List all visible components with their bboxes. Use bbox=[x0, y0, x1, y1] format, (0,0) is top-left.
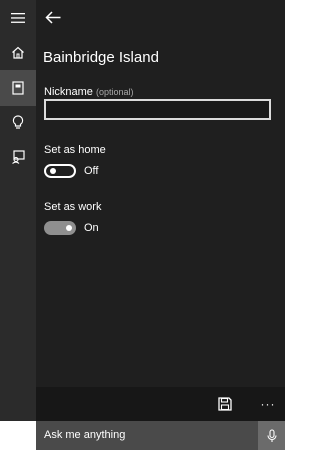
set-as-work-label: Set as work bbox=[44, 201, 102, 213]
notebook-icon bbox=[12, 81, 24, 95]
hamburger-menu-button[interactable] bbox=[0, 0, 36, 36]
page-title: Bainbridge Island bbox=[43, 49, 159, 66]
toggle-knob bbox=[66, 225, 72, 231]
set-as-work-toggle[interactable] bbox=[44, 221, 76, 235]
back-arrow-icon bbox=[45, 10, 61, 24]
home-button[interactable] bbox=[0, 34, 36, 70]
save-button[interactable] bbox=[216, 395, 234, 413]
nickname-input[interactable] bbox=[44, 99, 271, 120]
microphone-button[interactable] bbox=[258, 421, 285, 450]
save-icon bbox=[218, 397, 232, 411]
more-options-button[interactable]: ··· bbox=[258, 395, 278, 413]
interests-button[interactable] bbox=[0, 104, 36, 140]
home-icon bbox=[12, 46, 24, 59]
feedback-icon bbox=[12, 150, 25, 164]
microphone-icon bbox=[266, 428, 277, 442]
set-as-home-state: Off bbox=[84, 165, 99, 177]
main-panel: Bainbridge Island Nickname (optional) Se… bbox=[36, 0, 285, 387]
search-prompt: Ask me anything bbox=[44, 429, 126, 441]
cortana-search-bar[interactable]: Ask me anything bbox=[36, 421, 285, 450]
set-as-work-state: On bbox=[84, 222, 99, 234]
lightbulb-icon bbox=[12, 114, 24, 129]
nickname-label-text: Nickname bbox=[44, 86, 93, 98]
notebook-button[interactable] bbox=[0, 70, 36, 106]
feedback-button[interactable] bbox=[0, 139, 36, 175]
command-bar: ··· bbox=[36, 387, 285, 421]
set-as-home-label: Set as home bbox=[44, 144, 106, 156]
set-as-home-toggle[interactable] bbox=[44, 164, 76, 178]
nickname-label: Nickname (optional) bbox=[44, 86, 134, 98]
hamburger-menu-icon bbox=[11, 13, 25, 23]
back-button[interactable] bbox=[42, 4, 64, 30]
toggle-knob bbox=[50, 168, 56, 174]
optional-hint: (optional) bbox=[95, 87, 134, 97]
navigation-rail bbox=[0, 0, 36, 421]
